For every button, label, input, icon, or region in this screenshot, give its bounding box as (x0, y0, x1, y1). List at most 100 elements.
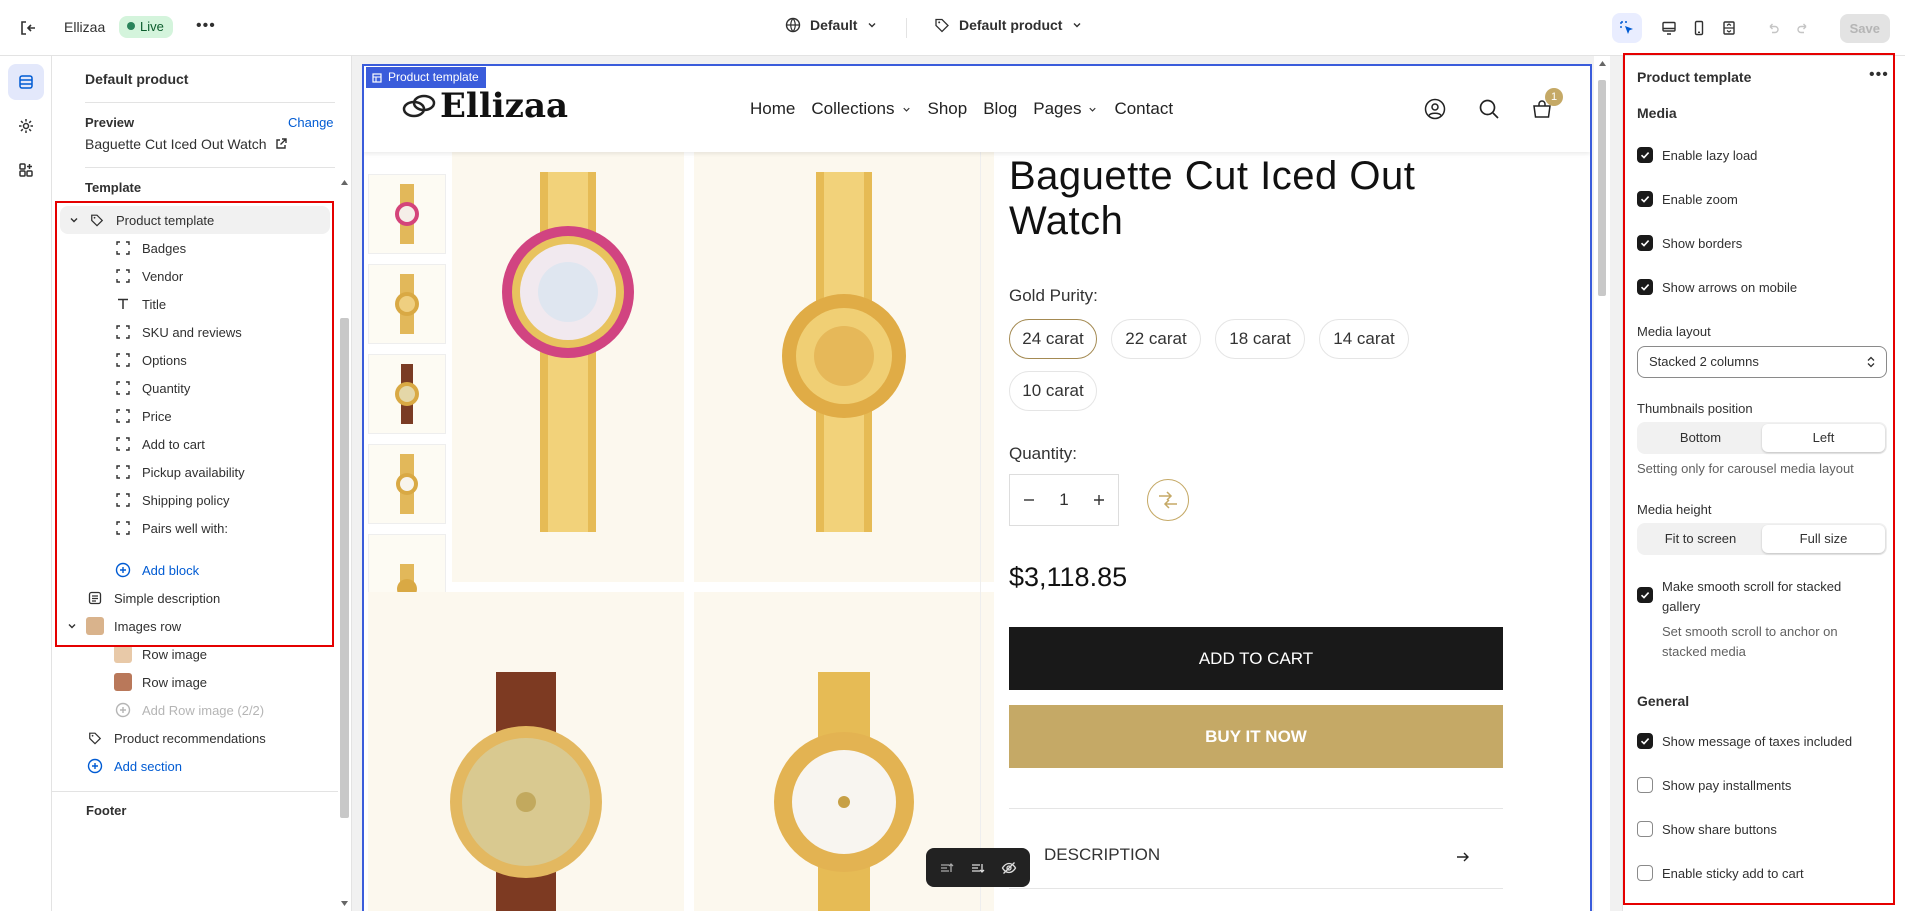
image-thumbnail-icon (114, 645, 132, 663)
image-thumbnail-icon (114, 673, 132, 691)
page-title: Default product (85, 71, 189, 87)
inspector-toggle[interactable] (1611, 13, 1642, 43)
cart-count-badge: 1 (1545, 88, 1563, 106)
globe-icon (785, 17, 801, 33)
product-thumbnail[interactable] (368, 264, 446, 344)
product-image[interactable] (694, 152, 994, 582)
divider (52, 791, 342, 792)
compare-button[interactable] (1147, 479, 1189, 521)
nav-blog[interactable]: Blog (983, 99, 1017, 119)
store-header: Ellizaa Home Collections Shop Blog Pages… (364, 66, 1590, 152)
exit-icon[interactable] (18, 18, 38, 38)
nav-contact[interactable]: Contact (1114, 99, 1173, 119)
block-label: Row image (142, 646, 208, 662)
rings-logo-icon (402, 94, 436, 118)
theme-label: Default (810, 17, 858, 33)
product-title: Baguette Cut Iced Out Watch (1009, 154, 1416, 243)
move-down-icon[interactable] (970, 860, 986, 876)
external-link-icon (275, 138, 287, 149)
plus-icon[interactable] (1092, 493, 1106, 507)
add-to-cart-button[interactable]: ADD TO CART (1009, 627, 1503, 690)
save-button[interactable]: Save (1839, 13, 1890, 43)
nav-home[interactable]: Home (750, 99, 795, 119)
nav-collections[interactable]: Collections (811, 99, 911, 119)
chevron-down-icon (902, 107, 910, 112)
live-badge: Live (119, 16, 173, 38)
purity-option-14[interactable]: 14 carat (1319, 319, 1409, 359)
quantity-label: Quantity: (1009, 444, 1078, 463)
highlight-box-settings (1623, 53, 1895, 905)
thumbnail-strip (368, 174, 446, 637)
arrow-right-icon[interactable] (1456, 850, 1470, 864)
sidebar-scrollbar-thumb[interactable] (340, 318, 349, 818)
mobile-view-button[interactable] (1684, 13, 1714, 43)
canvas-scrollbar-thumb[interactable] (1598, 80, 1606, 296)
tag-icon (86, 729, 104, 747)
chevron-down-icon (1089, 107, 1097, 112)
logo-text: Ellizaa (440, 86, 569, 126)
tag-icon (935, 18, 949, 33)
gear-icon (19, 119, 33, 133)
quantity-value[interactable]: 1 (1059, 490, 1068, 510)
sections-tab[interactable] (8, 64, 44, 100)
store-logo[interactable]: Ellizaa (402, 86, 568, 126)
undo-icon (1769, 23, 1779, 34)
apps-icon (19, 163, 33, 177)
product-thumbnail[interactable] (368, 174, 446, 254)
divider (85, 167, 335, 168)
watch-image-gold-diamond (782, 172, 906, 532)
move-up-icon[interactable] (939, 860, 955, 876)
template-label: Default product (959, 17, 1063, 33)
redo-button[interactable] (1788, 13, 1818, 43)
purity-option-22[interactable]: 22 carat (1111, 319, 1201, 359)
buy-it-now-button[interactable]: BUY IT NOW (1009, 705, 1503, 768)
footer-label: Footer (86, 802, 127, 818)
top-bar: Ellizaa Live ••• Default Default product (0, 0, 1905, 56)
tag-label: Product template (388, 70, 479, 84)
section-product-recommendations[interactable]: Product recommendations (86, 724, 266, 752)
nav-collections-label: Collections (811, 99, 895, 118)
template-selector[interactable]: Default product (934, 17, 1083, 33)
product-thumbnail[interactable] (368, 444, 446, 524)
undo-button[interactable] (1758, 13, 1788, 43)
add-section-button[interactable]: Add section (86, 752, 182, 780)
nav-pages[interactable]: Pages (1033, 99, 1098, 119)
theme-selector[interactable]: Default (785, 17, 878, 33)
compare-arrows-icon (1159, 491, 1177, 509)
purity-option-10[interactable]: 10 carat (1009, 371, 1097, 411)
nav-shop[interactable]: Shop (928, 99, 968, 119)
toolbar-right: Save (1611, 12, 1905, 44)
block-row-image-2[interactable]: Row image (114, 668, 207, 696)
template-heading: Template (85, 180, 142, 195)
redo-icon (1797, 23, 1807, 34)
product-template-tag[interactable]: Product template (366, 67, 486, 88)
purity-option-24[interactable]: 24 carat (1009, 319, 1097, 359)
product-image[interactable] (368, 592, 684, 911)
minus-icon[interactable] (1022, 493, 1036, 507)
account-icon[interactable] (1424, 98, 1446, 120)
product-thumbnail[interactable] (368, 354, 446, 434)
apps-tab[interactable] (8, 152, 44, 188)
scroll-down-arrow-icon[interactable] (340, 900, 349, 907)
scroll-up-arrow-icon[interactable] (1598, 60, 1607, 67)
more-actions-icon[interactable]: ••• (196, 17, 216, 35)
search-icon[interactable] (1478, 98, 1500, 120)
description-accordion-label[interactable]: DESCRIPTION (1044, 845, 1160, 865)
cursor-select-icon (1619, 21, 1633, 34)
footer-group-heading: Footer (86, 796, 126, 824)
desktop-view-button[interactable] (1654, 13, 1684, 43)
full-width-button[interactable] (1714, 13, 1744, 43)
purity-option-18[interactable]: 18 carat (1215, 319, 1305, 359)
preview-product-link[interactable]: Baguette Cut Iced Out Watch (85, 136, 287, 152)
floating-toolbar (926, 848, 1030, 887)
theme-settings-tab[interactable] (8, 108, 44, 144)
live-dot-icon (127, 22, 135, 30)
preview-product-name: Baguette Cut Iced Out Watch (85, 136, 267, 152)
product-image[interactable] (452, 152, 684, 582)
scroll-up-arrow-icon[interactable] (340, 179, 349, 186)
left-rail (0, 56, 52, 911)
divider (980, 152, 981, 911)
change-preview-link[interactable]: Change (288, 115, 334, 130)
sections-icon (19, 75, 33, 89)
hide-eye-icon[interactable] (1001, 860, 1017, 876)
